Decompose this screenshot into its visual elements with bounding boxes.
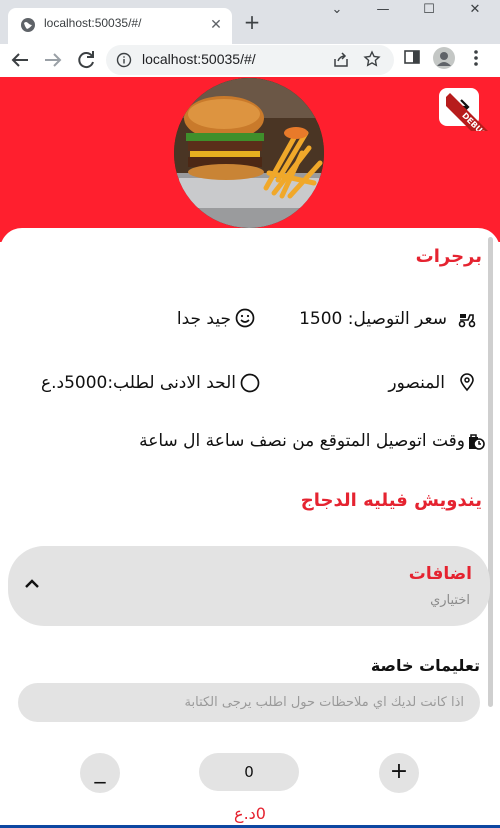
total-price: 0د.ع: [234, 804, 266, 823]
maximize-button[interactable]: ☐: [406, 0, 452, 30]
circle-icon: [240, 373, 260, 393]
scrollbar[interactable]: [488, 237, 493, 707]
bookmark-star-icon[interactable]: [363, 50, 381, 68]
app-viewport: DEBUG برجرات سعر التوصيل: 1500 جيد جدا ا…: [0, 77, 500, 828]
back-arrow-icon[interactable]: [8, 48, 32, 72]
item-name: يندويش فيليه الدجاج: [300, 490, 482, 511]
scooter-icon: [458, 314, 476, 328]
tab-search-icon[interactable]: ⌄: [314, 0, 360, 30]
tab-close-icon[interactable]: ✕: [208, 17, 224, 33]
addons-subtitle: اختياري: [430, 593, 470, 608]
browser-toolbar: localhost:50035/#/: [0, 44, 500, 76]
url-text: localhost:50035/#/: [142, 51, 256, 67]
location-text: المنصور: [388, 373, 445, 393]
delivery-price: سعر التوصيل: 1500: [299, 309, 447, 329]
profile-avatar[interactable]: [433, 47, 455, 69]
restaurant-name: برجرات: [415, 246, 482, 267]
reload-icon[interactable]: [74, 48, 98, 72]
smiley-icon: [235, 308, 255, 328]
globe-icon: [21, 18, 35, 32]
close-window-button[interactable]: ✕: [452, 0, 498, 30]
rating-text: جيد جدا: [176, 309, 231, 329]
debug-label: DEBUG: [446, 93, 500, 131]
tab-title: localhost:50035/#/: [44, 16, 142, 30]
restaurant-image: [174, 78, 324, 228]
increase-quantity-button[interactable]: +: [379, 753, 419, 793]
person-icon: [437, 52, 451, 66]
debug-banner: DEBUG: [446, 77, 500, 131]
side-panel-icon[interactable]: [403, 48, 421, 66]
notes-label: تعليمات خاصة: [370, 656, 480, 675]
info-icon[interactable]: [116, 52, 132, 68]
timer-bag-icon: [469, 434, 485, 450]
browser-tab[interactable]: localhost:50035/#/ ✕: [8, 8, 232, 44]
forward-arrow-icon[interactable]: [41, 48, 65, 72]
notes-input[interactable]: [18, 683, 480, 722]
new-tab-button[interactable]: +: [242, 12, 262, 32]
kebab-menu-icon[interactable]: [464, 46, 488, 70]
address-bar[interactable]: localhost:50035/#/: [106, 45, 394, 75]
browser-tabbar: localhost:50035/#/ ✕ + ⌄ — ☐ ✕: [0, 0, 500, 44]
minimize-button[interactable]: —: [360, 0, 406, 30]
share-icon[interactable]: [332, 51, 350, 69]
min-order-text: الحد الادنى لطلب:5000د.ع: [40, 373, 236, 393]
decrease-quantity-button[interactable]: _: [80, 753, 120, 793]
addons-title: اضافات: [408, 564, 472, 584]
location-pin-icon: [460, 373, 474, 392]
quantity-value: 0: [199, 753, 299, 791]
addons-expander[interactable]: اضافات اختياري: [8, 546, 490, 626]
delivery-time: وقت اتوصيل المتوقع من نصف ساعة ال ساعة: [139, 431, 465, 451]
chevron-up-icon[interactable]: [22, 574, 42, 594]
